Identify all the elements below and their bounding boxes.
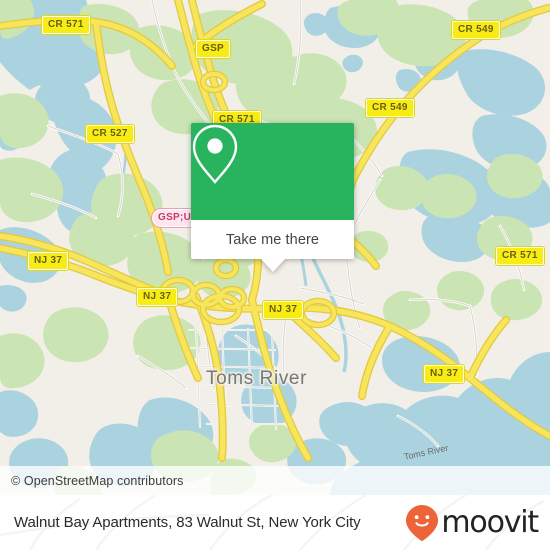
map-attribution-bar: © OpenStreetMap contributors [0, 466, 550, 495]
map-canvas[interactable]: Toms River Toms River CR 571 GSP CR 549 CR … [0, 0, 550, 495]
road-shield: CR 549 [365, 98, 415, 118]
road-shield: CR 571 [495, 246, 545, 266]
map-screenshot: Toms River Toms River CR 571 GSP CR 549 CR … [0, 0, 550, 550]
map-pin-icon [192, 124, 238, 184]
moovit-logo[interactable]: moovit [405, 504, 539, 542]
moovit-wordmark: moovit [441, 504, 539, 540]
road-shield: CR 549 [451, 20, 501, 40]
take-me-there-button[interactable]: Take me there [191, 220, 354, 259]
location-info-card[interactable]: Take me there [191, 123, 354, 272]
road-shield: NJ 37 [422, 364, 466, 384]
take-me-there-label: Take me there [225, 231, 320, 248]
moovit-smiley-pin-icon [406, 504, 439, 541]
road-shield: CR 527 [85, 124, 135, 144]
city-label: Toms River [206, 368, 308, 389]
osm-attribution-text[interactable]: © OpenStreetMap contributors [11, 474, 184, 488]
road-shield: CR 571 [41, 15, 91, 35]
card-pointer-tail [260, 259, 285, 272]
footer-bar: Walnut Bay Apartments, 83 Walnut St, New… [0, 495, 550, 550]
road-shield: NJ 37 [261, 300, 305, 320]
card-header [191, 123, 354, 220]
road-shield: GSP [194, 39, 232, 59]
road-shield: NJ 37 [26, 251, 70, 271]
location-caption: Walnut Bay Apartments, 83 Walnut St, New… [14, 514, 361, 531]
road-shield: NJ 37 [135, 287, 179, 307]
